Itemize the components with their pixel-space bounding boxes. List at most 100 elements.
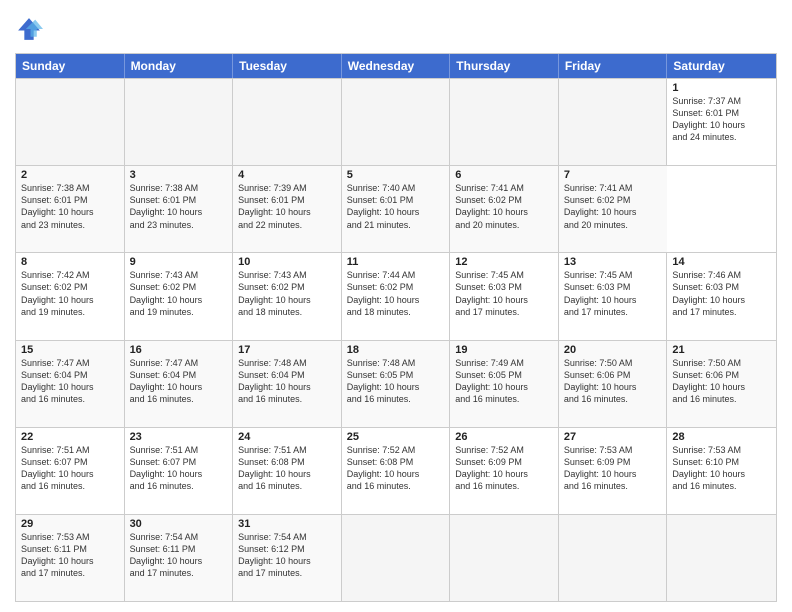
day-cell: 20Sunrise: 7:50 AMSunset: 6:06 PMDayligh… — [559, 341, 668, 427]
day-cell: 17Sunrise: 7:48 AMSunset: 6:04 PMDayligh… — [233, 341, 342, 427]
day-info: Sunrise: 7:46 AMSunset: 6:03 PMDaylight:… — [672, 269, 771, 318]
weekday-header: Monday — [125, 54, 234, 78]
day-cell: 12Sunrise: 7:45 AMSunset: 6:03 PMDayligh… — [450, 253, 559, 339]
day-info: Sunrise: 7:50 AMSunset: 6:06 PMDaylight:… — [672, 357, 771, 406]
day-cell: 14Sunrise: 7:46 AMSunset: 6:03 PMDayligh… — [667, 253, 776, 339]
day-number: 27 — [564, 431, 662, 443]
day-number: 9 — [130, 256, 228, 268]
day-cell: 13Sunrise: 7:45 AMSunset: 6:03 PMDayligh… — [559, 253, 668, 339]
day-cell: 5Sunrise: 7:40 AMSunset: 6:01 PMDaylight… — [342, 166, 451, 252]
day-cell: 9Sunrise: 7:43 AMSunset: 6:02 PMDaylight… — [125, 253, 234, 339]
empty-cell — [450, 515, 559, 601]
day-info: Sunrise: 7:40 AMSunset: 6:01 PMDaylight:… — [347, 182, 445, 231]
day-cell: 21Sunrise: 7:50 AMSunset: 6:06 PMDayligh… — [667, 341, 776, 427]
day-cell: 7Sunrise: 7:41 AMSunset: 6:02 PMDaylight… — [559, 166, 668, 252]
day-number: 12 — [455, 256, 553, 268]
day-info: Sunrise: 7:41 AMSunset: 6:02 PMDaylight:… — [564, 182, 663, 231]
day-number: 24 — [238, 431, 336, 443]
day-info: Sunrise: 7:51 AMSunset: 6:07 PMDaylight:… — [130, 444, 228, 493]
day-number: 6 — [455, 169, 553, 181]
day-cell: 10Sunrise: 7:43 AMSunset: 6:02 PMDayligh… — [233, 253, 342, 339]
day-number: 30 — [130, 518, 228, 530]
day-number: 28 — [672, 431, 771, 443]
day-info: Sunrise: 7:43 AMSunset: 6:02 PMDaylight:… — [130, 269, 228, 318]
calendar-week: 29Sunrise: 7:53 AMSunset: 6:11 PMDayligh… — [16, 514, 776, 601]
day-info: Sunrise: 7:43 AMSunset: 6:02 PMDaylight:… — [238, 269, 336, 318]
weekday-header: Wednesday — [342, 54, 451, 78]
day-number: 7 — [564, 169, 663, 181]
page: SundayMondayTuesdayWednesdayThursdayFrid… — [0, 0, 792, 612]
weekday-header: Tuesday — [233, 54, 342, 78]
empty-cell — [559, 79, 668, 165]
day-number: 8 — [21, 256, 119, 268]
day-number: 10 — [238, 256, 336, 268]
day-cell: 24Sunrise: 7:51 AMSunset: 6:08 PMDayligh… — [233, 428, 342, 514]
day-cell: 31Sunrise: 7:54 AMSunset: 6:12 PMDayligh… — [233, 515, 342, 601]
day-number: 4 — [238, 169, 336, 181]
day-number: 14 — [672, 256, 771, 268]
empty-cell — [233, 79, 342, 165]
day-cell: 25Sunrise: 7:52 AMSunset: 6:08 PMDayligh… — [342, 428, 451, 514]
day-info: Sunrise: 7:50 AMSunset: 6:06 PMDaylight:… — [564, 357, 662, 406]
day-info: Sunrise: 7:51 AMSunset: 6:08 PMDaylight:… — [238, 444, 336, 493]
day-info: Sunrise: 7:41 AMSunset: 6:02 PMDaylight:… — [455, 182, 553, 231]
weekday-header: Thursday — [450, 54, 559, 78]
day-info: Sunrise: 7:49 AMSunset: 6:05 PMDaylight:… — [455, 357, 553, 406]
day-cell: 2Sunrise: 7:38 AMSunset: 6:01 PMDaylight… — [16, 166, 125, 252]
weekday-header: Friday — [559, 54, 668, 78]
day-number: 26 — [455, 431, 553, 443]
calendar-body: 1Sunrise: 7:37 AMSunset: 6:01 PMDaylight… — [16, 78, 776, 601]
calendar-week: 8Sunrise: 7:42 AMSunset: 6:02 PMDaylight… — [16, 252, 776, 339]
day-number: 15 — [21, 344, 119, 356]
day-cell: 11Sunrise: 7:44 AMSunset: 6:02 PMDayligh… — [342, 253, 451, 339]
day-info: Sunrise: 7:38 AMSunset: 6:01 PMDaylight:… — [21, 182, 119, 231]
day-cell: 1Sunrise: 7:37 AMSunset: 6:01 PMDaylight… — [667, 79, 776, 165]
day-info: Sunrise: 7:52 AMSunset: 6:08 PMDaylight:… — [347, 444, 445, 493]
day-info: Sunrise: 7:39 AMSunset: 6:01 PMDaylight:… — [238, 182, 336, 231]
day-info: Sunrise: 7:48 AMSunset: 6:05 PMDaylight:… — [347, 357, 445, 406]
day-number: 18 — [347, 344, 445, 356]
day-number: 17 — [238, 344, 336, 356]
day-number: 25 — [347, 431, 445, 443]
day-number: 20 — [564, 344, 662, 356]
day-info: Sunrise: 7:45 AMSunset: 6:03 PMDaylight:… — [564, 269, 662, 318]
day-info: Sunrise: 7:54 AMSunset: 6:12 PMDaylight:… — [238, 531, 336, 580]
day-info: Sunrise: 7:37 AMSunset: 6:01 PMDaylight:… — [672, 95, 771, 144]
day-cell: 15Sunrise: 7:47 AMSunset: 6:04 PMDayligh… — [16, 341, 125, 427]
day-cell: 16Sunrise: 7:47 AMSunset: 6:04 PMDayligh… — [125, 341, 234, 427]
day-number: 1 — [672, 82, 771, 94]
calendar-week: 22Sunrise: 7:51 AMSunset: 6:07 PMDayligh… — [16, 427, 776, 514]
header — [15, 15, 777, 43]
day-info: Sunrise: 7:38 AMSunset: 6:01 PMDaylight:… — [130, 182, 228, 231]
day-number: 3 — [130, 169, 228, 181]
calendar-week: 1Sunrise: 7:37 AMSunset: 6:01 PMDaylight… — [16, 78, 776, 165]
day-info: Sunrise: 7:45 AMSunset: 6:03 PMDaylight:… — [455, 269, 553, 318]
day-cell: 18Sunrise: 7:48 AMSunset: 6:05 PMDayligh… — [342, 341, 451, 427]
day-number: 31 — [238, 518, 336, 530]
day-number: 2 — [21, 169, 119, 181]
day-cell: 3Sunrise: 7:38 AMSunset: 6:01 PMDaylight… — [125, 166, 234, 252]
day-info: Sunrise: 7:47 AMSunset: 6:04 PMDaylight:… — [21, 357, 119, 406]
day-number: 19 — [455, 344, 553, 356]
empty-cell — [125, 79, 234, 165]
day-cell: 23Sunrise: 7:51 AMSunset: 6:07 PMDayligh… — [125, 428, 234, 514]
day-info: Sunrise: 7:48 AMSunset: 6:04 PMDaylight:… — [238, 357, 336, 406]
day-number: 13 — [564, 256, 662, 268]
day-number: 22 — [21, 431, 119, 443]
day-info: Sunrise: 7:54 AMSunset: 6:11 PMDaylight:… — [130, 531, 228, 580]
day-info: Sunrise: 7:44 AMSunset: 6:02 PMDaylight:… — [347, 269, 445, 318]
day-info: Sunrise: 7:53 AMSunset: 6:10 PMDaylight:… — [672, 444, 771, 493]
day-number: 29 — [21, 518, 119, 530]
day-info: Sunrise: 7:52 AMSunset: 6:09 PMDaylight:… — [455, 444, 553, 493]
day-cell: 22Sunrise: 7:51 AMSunset: 6:07 PMDayligh… — [16, 428, 125, 514]
day-cell: 26Sunrise: 7:52 AMSunset: 6:09 PMDayligh… — [450, 428, 559, 514]
day-info: Sunrise: 7:51 AMSunset: 6:07 PMDaylight:… — [21, 444, 119, 493]
day-info: Sunrise: 7:47 AMSunset: 6:04 PMDaylight:… — [130, 357, 228, 406]
day-number: 11 — [347, 256, 445, 268]
empty-cell — [450, 79, 559, 165]
calendar-header: SundayMondayTuesdayWednesdayThursdayFrid… — [16, 54, 776, 78]
day-number: 16 — [130, 344, 228, 356]
empty-cell — [16, 79, 125, 165]
day-cell: 28Sunrise: 7:53 AMSunset: 6:10 PMDayligh… — [667, 428, 776, 514]
day-cell: 30Sunrise: 7:54 AMSunset: 6:11 PMDayligh… — [125, 515, 234, 601]
